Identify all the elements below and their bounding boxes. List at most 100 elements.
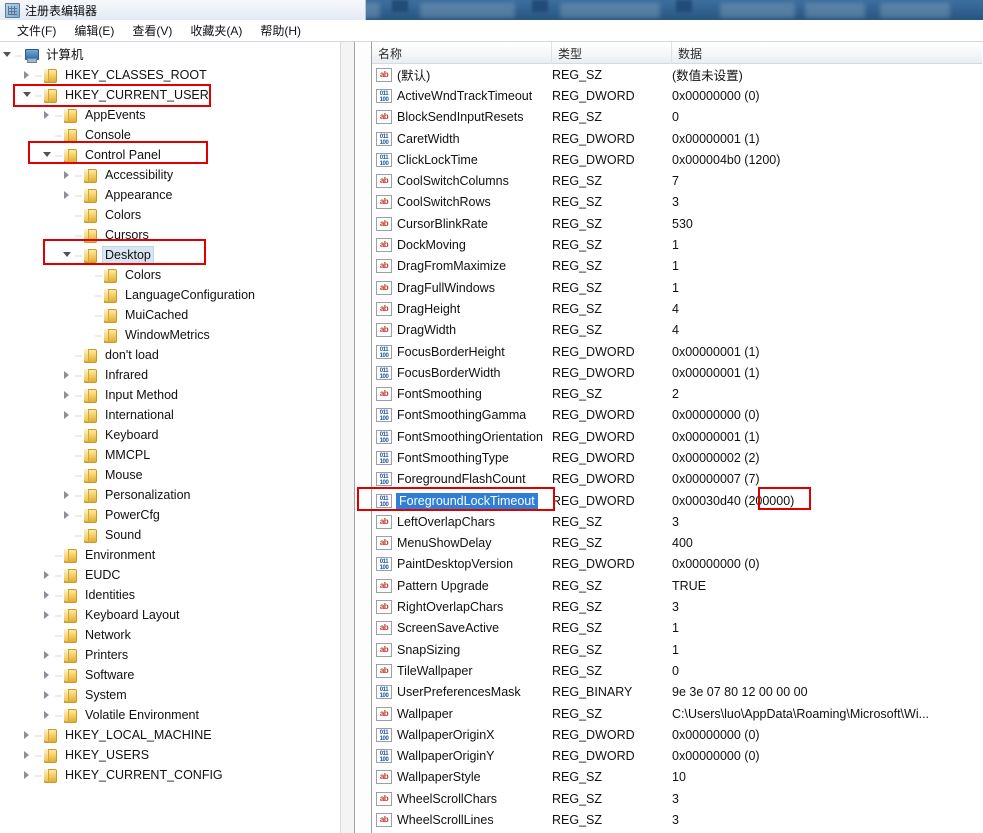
- table-row[interactable]: 011 100 FocusBorderHeight REG_DWORD 0x000000…: [372, 341, 982, 362]
- table-row[interactable]: ab (默认) REG_SZ (数值未设置): [372, 64, 982, 85]
- tree-item-keyboard[interactable]: Keyboard: [0, 425, 341, 445]
- tree-item-[interactable]: 计算机: [0, 45, 341, 65]
- table-row[interactable]: 011 100 ForegroundFlashCount REG_DWORD 0x000…: [372, 469, 982, 490]
- chevron-right-icon[interactable]: [40, 645, 55, 665]
- table-row[interactable]: ab DragFullWindows REG_SZ 1: [372, 277, 982, 298]
- table-row[interactable]: 011 100 FocusBorderWidth REG_DWORD 0x0000000…: [372, 362, 982, 383]
- registry-tree-pane[interactable]: 计算机 HKEY_CLASSES_ROOT HKEY_CURRENT_USER App…: [0, 42, 355, 833]
- column-header-name[interactable]: 名称: [372, 42, 552, 64]
- chevron-right-icon[interactable]: [60, 485, 75, 505]
- tree-item-network[interactable]: Network: [0, 625, 341, 645]
- table-row[interactable]: 011 100 ActiveWndTrackTimeout REG_DWORD 0x00…: [372, 85, 982, 106]
- table-row[interactable]: 011 100 WallpaperOriginX REG_DWORD 0x0000000…: [372, 724, 982, 745]
- tree-item-colors[interactable]: Colors: [0, 265, 341, 285]
- tree-item-powercfg[interactable]: PowerCfg: [0, 505, 341, 525]
- tree-item-eudc[interactable]: EUDC: [0, 565, 341, 585]
- tree-item-hkey-users[interactable]: HKEY_USERS: [0, 745, 341, 765]
- chevron-down-icon[interactable]: [0, 45, 15, 65]
- table-row[interactable]: ab Wallpaper REG_SZ C:\Users\luo\AppData\Ro…: [372, 703, 982, 724]
- tree-item-system[interactable]: System: [0, 685, 341, 705]
- tree-item-hkey-current-user[interactable]: HKEY_CURRENT_USER: [0, 85, 341, 105]
- table-row[interactable]: 011 100 FontSmoothingGamma REG_DWORD 0x00000…: [372, 405, 982, 426]
- tree-item-keyboard-layout[interactable]: Keyboard Layout: [0, 605, 341, 625]
- chevron-down-icon[interactable]: [40, 145, 55, 165]
- pane-splitter[interactable]: [355, 42, 372, 833]
- chevron-right-icon[interactable]: [20, 725, 35, 745]
- table-row[interactable]: ab WallpaperStyle REG_SZ 10: [372, 767, 982, 788]
- table-row[interactable]: ab CoolSwitchColumns REG_SZ 7: [372, 170, 982, 191]
- table-row[interactable]: ab ScreenSaveActive REG_SZ 1: [372, 618, 982, 639]
- tree-item-hkey-local-machine[interactable]: HKEY_LOCAL_MACHINE: [0, 725, 341, 745]
- chevron-right-icon[interactable]: [40, 665, 55, 685]
- chevron-right-icon[interactable]: [40, 565, 55, 585]
- chevron-right-icon[interactable]: [40, 105, 55, 125]
- chevron-right-icon[interactable]: [40, 585, 55, 605]
- table-row[interactable]: ab Pattern Upgrade REG_SZ TRUE: [372, 575, 982, 596]
- chevron-right-icon[interactable]: [40, 685, 55, 705]
- table-row[interactable]: 011 100 CaretWidth REG_DWORD 0x00000001 (1): [372, 128, 982, 149]
- table-row[interactable]: ab CursorBlinkRate REG_SZ 530: [372, 213, 982, 234]
- table-row[interactable]: ab WheelScrollLines REG_SZ 3: [372, 809, 982, 830]
- menu-view[interactable]: 查看(V): [123, 20, 181, 41]
- menu-edit[interactable]: 编辑(E): [65, 20, 123, 41]
- tree-item-hkey-current-config[interactable]: HKEY_CURRENT_CONFIG: [0, 765, 341, 785]
- chevron-right-icon[interactable]: [40, 705, 55, 725]
- tree-item-software[interactable]: Software: [0, 665, 341, 685]
- chevron-right-icon[interactable]: [40, 605, 55, 625]
- column-header-type[interactable]: 类型: [552, 42, 672, 64]
- tree-item-appevents[interactable]: AppEvents: [0, 105, 341, 125]
- table-row[interactable]: ab TileWallpaper REG_SZ 0: [372, 660, 982, 681]
- table-row[interactable]: ab CoolSwitchRows REG_SZ 3: [372, 192, 982, 213]
- tree-item-printers[interactable]: Printers: [0, 645, 341, 665]
- registry-values-pane[interactable]: 名称 类型 数据 ab (默认) REG_SZ (数值未设置) 011 100 Active…: [372, 42, 982, 833]
- tree-item-colors[interactable]: Colors: [0, 205, 341, 225]
- tree-item-environment[interactable]: Environment: [0, 545, 341, 565]
- chevron-right-icon[interactable]: [20, 65, 35, 85]
- tree-item-appearance[interactable]: Appearance: [0, 185, 341, 205]
- chevron-right-icon[interactable]: [60, 185, 75, 205]
- menu-file[interactable]: 文件(F): [8, 20, 65, 41]
- tree-item-hkey-classes-root[interactable]: HKEY_CLASSES_ROOT: [0, 65, 341, 85]
- tree-item-input-method[interactable]: Input Method: [0, 385, 341, 405]
- chevron-right-icon[interactable]: [60, 505, 75, 525]
- tree-item-console[interactable]: Console: [0, 125, 341, 145]
- menu-favorites[interactable]: 收藏夹(A): [181, 20, 251, 41]
- table-row[interactable]: ab DragWidth REG_SZ 4: [372, 320, 982, 341]
- chevron-down-icon[interactable]: [60, 245, 75, 265]
- table-row[interactable]: ab DragHeight REG_SZ 4: [372, 298, 982, 319]
- tree-item-languageconfiguration[interactable]: LanguageConfiguration: [0, 285, 341, 305]
- table-row[interactable]: ab DockMoving REG_SZ 1: [372, 234, 982, 255]
- table-row[interactable]: ab LeftOverlapChars REG_SZ 3: [372, 511, 982, 532]
- table-row[interactable]: 011 100 WallpaperOriginY REG_DWORD 0x0000000…: [372, 746, 982, 767]
- tree-item-desktop[interactable]: Desktop: [0, 245, 341, 265]
- table-row[interactable]: ab FontSmoothing REG_SZ 2: [372, 383, 982, 404]
- tree-item-identities[interactable]: Identities: [0, 585, 341, 605]
- table-row[interactable]: 011 100 FontSmoothingOrientation REG_DWORD 0…: [372, 426, 982, 447]
- chevron-right-icon[interactable]: [20, 745, 35, 765]
- tree-item-windowmetrics[interactable]: WindowMetrics: [0, 325, 341, 345]
- tree-item-volatile-environment[interactable]: Volatile Environment: [0, 705, 341, 725]
- tree-item-sound[interactable]: Sound: [0, 525, 341, 545]
- table-row[interactable]: ab RightOverlapChars REG_SZ 3: [372, 596, 982, 617]
- tree-item-control-panel[interactable]: Control Panel: [0, 145, 341, 165]
- tree-item-accessibility[interactable]: Accessibility: [0, 165, 341, 185]
- tree-item-cursors[interactable]: Cursors: [0, 225, 341, 245]
- chevron-right-icon[interactable]: [60, 165, 75, 185]
- table-row[interactable]: ab SnapSizing REG_SZ 1: [372, 639, 982, 660]
- column-header-data[interactable]: 数据: [672, 42, 982, 64]
- chevron-right-icon[interactable]: [60, 405, 75, 425]
- tree-item-mouse[interactable]: Mouse: [0, 465, 341, 485]
- menu-help[interactable]: 帮助(H): [251, 20, 310, 41]
- tree-item-muicached[interactable]: MuiCached: [0, 305, 341, 325]
- chevron-right-icon[interactable]: [60, 385, 75, 405]
- tree-scrollbar[interactable]: [340, 42, 354, 833]
- table-row[interactable]: ab DragFromMaximize REG_SZ 1: [372, 256, 982, 277]
- table-row[interactable]: 011 100 UserPreferencesMask REG_BINARY 9e 3e…: [372, 682, 982, 703]
- tree-item-don-t-load[interactable]: don't load: [0, 345, 341, 365]
- table-row[interactable]: 011 100 ClickLockTime REG_DWORD 0x000004b0 (…: [372, 149, 982, 170]
- tree-item-personalization[interactable]: Personalization: [0, 485, 341, 505]
- chevron-right-icon[interactable]: [60, 365, 75, 385]
- title-bar[interactable]: 注册表编辑器: [0, 0, 366, 20]
- tree-item-international[interactable]: International: [0, 405, 341, 425]
- chevron-right-icon[interactable]: [20, 765, 35, 785]
